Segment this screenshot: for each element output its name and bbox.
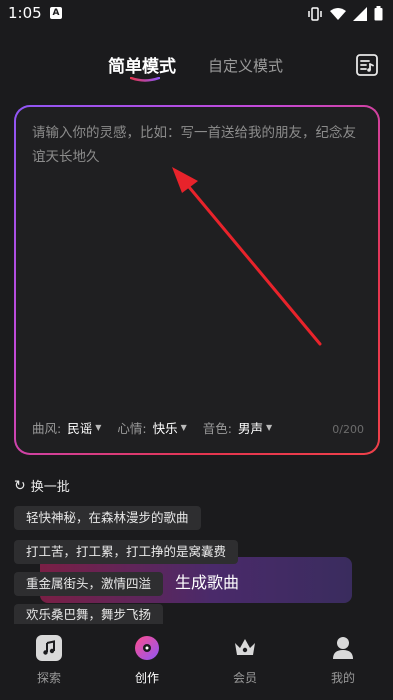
nav-label: 会员	[232, 671, 257, 685]
suggestion-chip[interactable]: 轻快神秘，在森林漫步的歌曲	[14, 506, 201, 530]
refresh-icon: ↻	[14, 477, 26, 494]
option-mood-label: 心情:	[117, 421, 147, 436]
option-voice[interactable]: 音色: 男声 ▼	[203, 418, 272, 437]
option-voice-value: 男声	[238, 421, 264, 436]
option-style[interactable]: 曲风: 民谣 ▼	[32, 418, 101, 437]
status-time: 1:05	[8, 4, 42, 22]
caret-down-icon: ▼	[180, 423, 187, 432]
option-mood[interactable]: 心情: 快乐 ▼	[117, 418, 186, 437]
battery-icon	[374, 6, 383, 21]
option-style-value: 民谣	[67, 421, 93, 436]
caret-down-icon: ▼	[266, 423, 273, 432]
disc-icon	[134, 635, 160, 661]
vibrate-icon	[308, 6, 322, 21]
wifi-icon	[330, 7, 346, 20]
nav-item-explore[interactable]: 探索	[19, 635, 79, 686]
nav-item-membership[interactable]: 会员	[215, 635, 275, 686]
inspiration-card: 曲风: 民谣 ▼ 心情: 快乐 ▼ 音色: 男声 ▼ 0/200	[14, 105, 380, 455]
bottom-nav: 探索 创作 会员 我的	[0, 625, 393, 700]
app-notification-icon: A	[50, 7, 62, 19]
char-counter: 0/200	[332, 423, 364, 436]
signal-icon	[353, 6, 367, 21]
caret-down-icon: ▼	[95, 423, 102, 432]
status-icons	[307, 6, 383, 21]
refresh-suggestions-button[interactable]: ↻ 换一批	[14, 476, 70, 496]
suggestion-chip[interactable]: 欢乐桑巴舞，舞步飞扬	[14, 604, 164, 624]
music-note-icon	[36, 635, 62, 661]
option-mood-value: 快乐	[152, 421, 178, 436]
active-tab-indicator	[130, 77, 160, 82]
nav-label: 我的	[330, 671, 355, 685]
nav-label: 探索	[36, 671, 61, 685]
tab-custom-mode[interactable]: 自定义模式	[208, 55, 283, 76]
option-style-label: 曲风:	[32, 421, 62, 436]
nav-item-create[interactable]: 创作	[117, 635, 177, 686]
refresh-label: 换一批	[30, 480, 70, 495]
user-icon	[330, 635, 356, 661]
nav-label: 创作	[134, 671, 159, 685]
generate-song-label: 生成歌曲	[175, 573, 240, 592]
inspiration-card-inner: 曲风: 民谣 ▼ 心情: 快乐 ▼ 音色: 男声 ▼ 0/200	[16, 107, 378, 453]
playlist-icon[interactable]	[355, 53, 379, 77]
song-options: 曲风: 民谣 ▼ 心情: 快乐 ▼ 音色: 男声 ▼	[32, 418, 288, 437]
crown-icon	[232, 635, 258, 661]
inspiration-input[interactable]	[32, 121, 362, 401]
screen: 1:05 A 简单模式 自定义模式 曲风:	[0, 0, 393, 700]
nav-item-profile[interactable]: 我的	[313, 635, 373, 686]
tab-simple-mode[interactable]: 简单模式	[108, 52, 176, 77]
suggestion-chip[interactable]: 重金属街头，激情四溢	[14, 572, 164, 596]
suggestion-chip[interactable]: 打工苦，打工累，打工挣的是窝囊费	[14, 540, 239, 564]
status-bar: 1:05 A	[0, 0, 393, 28]
option-voice-label: 音色:	[202, 421, 232, 436]
